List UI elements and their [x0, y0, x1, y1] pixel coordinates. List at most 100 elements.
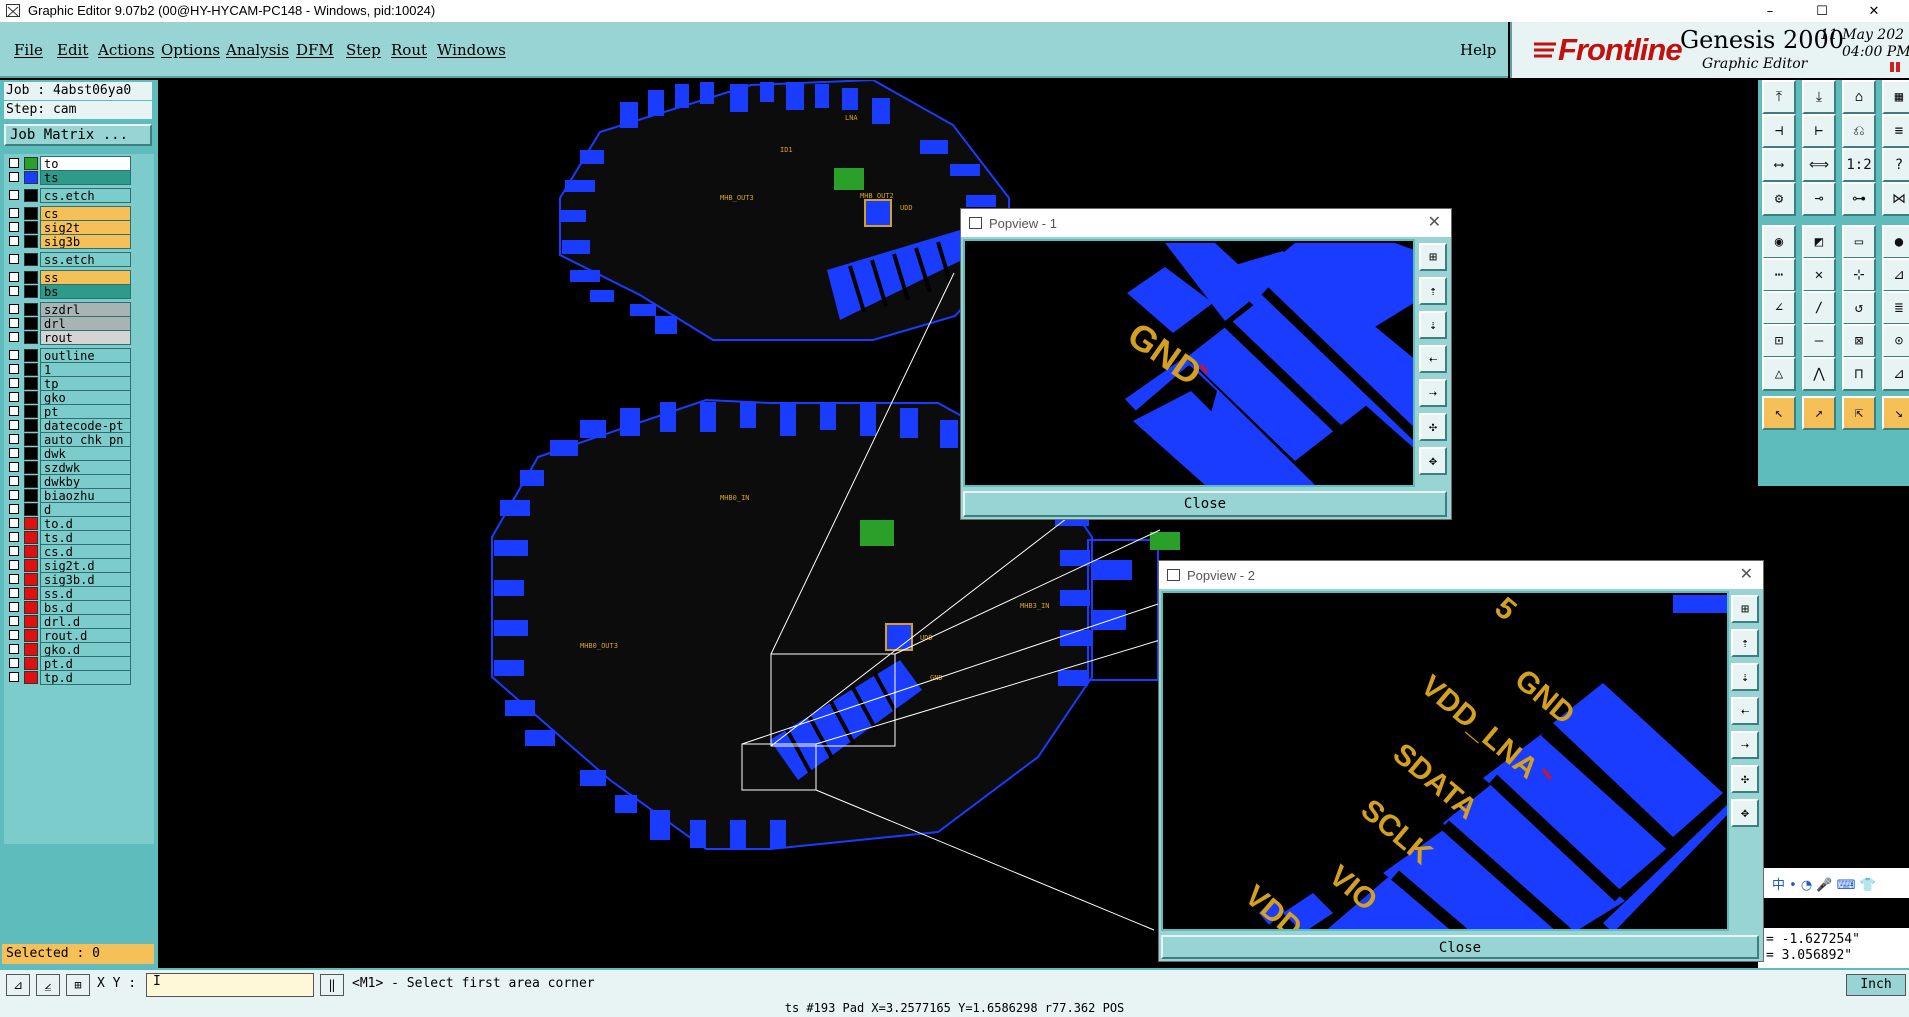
layer-row-tp[interactable]: tp — [8, 376, 131, 391]
layer-color-swatch[interactable] — [24, 461, 38, 474]
redraw-icon[interactable]: ⟷ — [1762, 148, 1796, 182]
scale-icon[interactable]: 1:2 — [1842, 148, 1876, 182]
layer-name[interactable]: outline — [40, 348, 131, 363]
popview-2-titlebar[interactable]: Popview - 2 ✕ — [1159, 561, 1763, 589]
layer-name[interactable]: dwk — [40, 446, 131, 461]
layer-checkbox[interactable] — [9, 490, 19, 500]
layer-name[interactable]: ss.d — [40, 586, 131, 601]
menu-rout[interactable]: Rout — [391, 41, 427, 59]
job-matrix-button[interactable]: Job Matrix ... — [4, 124, 152, 146]
grid-icon[interactable]: ⊞ — [66, 974, 90, 996]
popview-2-close-button[interactable]: Close — [1161, 935, 1759, 959]
layer-row-pt-d[interactable]: pt.d — [8, 656, 131, 671]
rotate-icon[interactable]: ↺ — [1842, 291, 1876, 325]
layer-row-drl[interactable]: drl — [8, 316, 131, 331]
layer-checkbox[interactable] — [9, 406, 19, 416]
layer-row-ss-d[interactable]: ss.d — [8, 586, 131, 601]
layer-checkbox[interactable] — [9, 588, 19, 598]
layer-checkbox[interactable] — [9, 286, 19, 296]
minimize-button[interactable]: – — [1747, 0, 1793, 22]
layer-checkbox[interactable] — [9, 504, 19, 514]
layer-row-cs-etch[interactable]: cs.etch — [8, 188, 131, 203]
popview-2-tool-down[interactable]: ⇣ — [1731, 663, 1759, 691]
popview-1-tool-right[interactable]: ⇢ — [1419, 379, 1447, 407]
layer-checkbox[interactable] — [9, 172, 19, 182]
layer-name[interactable]: bs.d — [40, 600, 131, 615]
layer-color-swatch[interactable] — [24, 271, 38, 284]
snap-icon[interactable]: ⊿ — [6, 974, 30, 996]
layer-row-gko-d[interactable]: gko.d — [8, 642, 131, 657]
popview-2-tool-zoom-in[interactable]: ✣ — [1731, 765, 1759, 793]
layer-row-bs[interactable]: bs — [8, 284, 131, 299]
layer-row-dwkby[interactable]: dwkby — [8, 474, 131, 489]
layer-checkbox[interactable] — [9, 208, 19, 218]
popview-1-tool-up[interactable]: ⇡ — [1419, 277, 1447, 305]
popview-1-tool-zoom-in[interactable]: ✣ — [1419, 413, 1447, 441]
layer-name[interactable]: gko — [40, 390, 131, 405]
layer-color-swatch[interactable] — [24, 643, 38, 656]
pause-icon[interactable]: ‖ — [320, 974, 344, 996]
layer-checkbox[interactable] — [9, 476, 19, 486]
layer-color-swatch[interactable] — [24, 391, 38, 404]
pointer-2-icon[interactable]: ↗ — [1802, 396, 1836, 430]
layer-color-swatch[interactable] — [24, 433, 38, 446]
layer-row-cs-d[interactable]: cs.d — [8, 544, 131, 559]
popview-1-close-button[interactable]: Close — [963, 491, 1447, 517]
layer-row-outline[interactable]: outline — [8, 348, 131, 363]
layer-checkbox[interactable] — [9, 420, 19, 430]
layer-name[interactable]: cs.etch — [40, 188, 131, 203]
layer-color-swatch[interactable] — [24, 559, 38, 572]
snap-point-icon[interactable]: ⊹ — [1842, 258, 1876, 292]
pan-left-icon[interactable]: ⊣ — [1762, 114, 1796, 148]
layer-checkbox[interactable] — [9, 272, 19, 282]
layer-checkbox[interactable] — [9, 158, 19, 168]
layer-row-d[interactable]: d — [8, 502, 131, 517]
cut-icon[interactable]: ⊠ — [1842, 324, 1876, 358]
layer-name[interactable]: sig3b — [40, 234, 131, 249]
layer-row-sig2t[interactable]: sig2t — [8, 220, 131, 235]
layer-color-swatch[interactable] — [24, 331, 38, 344]
layer-color-swatch[interactable] — [24, 517, 38, 530]
layer-row-datecode-pt[interactable]: datecode-pt — [8, 418, 131, 433]
triangle-icon[interactable]: ⊿ — [1882, 258, 1909, 292]
layer-color-swatch[interactable] — [24, 545, 38, 558]
layer-row-1[interactable]: 1 — [8, 362, 131, 377]
layer-checkbox[interactable] — [9, 560, 19, 570]
layer-row-auto-chk-pn[interactable]: auto_chk_pn — [8, 432, 131, 447]
line-icon[interactable]: ― — [1802, 324, 1836, 358]
layer-name[interactable]: ts — [40, 170, 131, 185]
layer-color-swatch[interactable] — [24, 303, 38, 316]
layer-name[interactable]: d — [40, 502, 131, 517]
units-selector[interactable]: Inch — [1846, 974, 1906, 996]
measure-icon[interactable]: ⦤ — [36, 974, 60, 996]
layer-checkbox[interactable] — [9, 364, 19, 374]
layer-row-sig2t-d[interactable]: sig2t.d — [8, 558, 131, 573]
pan-right-icon[interactable]: ⊢ — [1802, 114, 1836, 148]
layer-color-swatch[interactable] — [24, 189, 38, 202]
menu-file[interactable]: File — [14, 41, 43, 59]
layer-color-swatch[interactable] — [24, 317, 38, 330]
home-icon[interactable]: ⌂ — [1842, 80, 1876, 114]
layer-row-biaozhu[interactable]: biaozhu — [8, 488, 131, 503]
slash-icon[interactable]: ∕ — [1802, 291, 1836, 325]
popview-1-close-icon[interactable]: ✕ — [1428, 212, 1441, 231]
layer-checkbox[interactable] — [9, 392, 19, 402]
layer-name[interactable]: szdwk — [40, 460, 131, 475]
layer-color-swatch[interactable] — [24, 377, 38, 390]
text-icon[interactable]: ≣ — [1882, 291, 1909, 325]
layer-name[interactable]: drl — [40, 316, 131, 331]
layer-checkbox[interactable] — [9, 448, 19, 458]
layer-name[interactable]: tp — [40, 376, 131, 391]
pad-icon[interactable]: ◉ — [1762, 225, 1796, 259]
popview-1-tool-zoom-home[interactable]: ⊞ — [1419, 243, 1447, 271]
layer-name[interactable]: drl.d — [40, 614, 131, 629]
layer-checkbox[interactable] — [9, 616, 19, 626]
connect-icon[interactable]: ⊶ — [1842, 182, 1876, 216]
layer-row-ts[interactable]: ts — [8, 170, 131, 185]
zoom-fit-icon[interactable]: ⤓ — [1802, 80, 1836, 114]
layer-name[interactable]: ts.d — [40, 530, 131, 545]
layer-checkbox[interactable] — [9, 304, 19, 314]
layer-color-swatch[interactable] — [24, 629, 38, 642]
layer-row-gko[interactable]: gko — [8, 390, 131, 405]
layer-checkbox[interactable] — [9, 518, 19, 528]
